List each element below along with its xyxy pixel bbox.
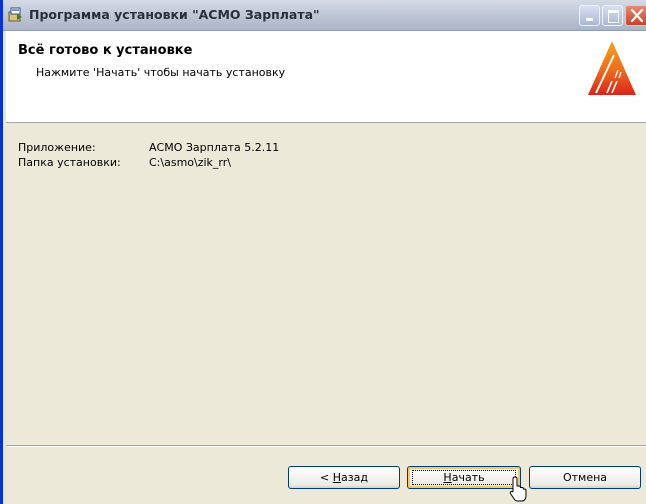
app-logo bbox=[588, 41, 636, 95]
cancel-button[interactable]: Отмена bbox=[529, 466, 641, 489]
back-button[interactable]: < Назад bbox=[288, 466, 400, 489]
wizard-content: Приложение: АСМО Зарплата 5.2.11 Папка у… bbox=[6, 123, 646, 438]
close-button[interactable] bbox=[625, 5, 646, 26]
footer-divider bbox=[6, 445, 646, 447]
folder-label: Папка установки: bbox=[18, 156, 121, 169]
page-subtitle: Нажмите 'Начать' чтобы начать установку bbox=[36, 66, 286, 79]
minimize-icon bbox=[586, 18, 593, 21]
focus-rectangle bbox=[412, 470, 516, 485]
wizard-header: Всё готово к установке Нажмите 'Начать' … bbox=[6, 31, 646, 123]
start-button[interactable]: Начать bbox=[407, 466, 521, 489]
back-label-prefix: < bbox=[320, 471, 333, 484]
installer-icon bbox=[8, 7, 22, 22]
folder-value: C:\asmo\zik_rr\ bbox=[149, 156, 231, 169]
mouse-cursor bbox=[509, 476, 527, 502]
back-label-rest: азад bbox=[341, 471, 368, 484]
minimize-button[interactable] bbox=[579, 5, 600, 26]
app-label: Приложение: bbox=[18, 141, 96, 154]
close-icon bbox=[630, 8, 644, 23]
title-bar[interactable]: Программа установки "АСМО Зарплата" bbox=[3, 0, 646, 31]
maximize-icon bbox=[608, 10, 619, 23]
installer-window: Программа установки "АСМО Зарплата" Всё … bbox=[0, 0, 646, 504]
page-title: Всё готово к установке bbox=[18, 43, 193, 58]
back-label-mnemonic: Н bbox=[332, 471, 342, 484]
cancel-label: Отмена bbox=[562, 471, 608, 484]
maximize-button[interactable] bbox=[602, 5, 623, 26]
app-value: АСМО Зарплата 5.2.11 bbox=[149, 141, 280, 154]
window-title: Программа установки "АСМО Зарплата" bbox=[29, 7, 320, 22]
